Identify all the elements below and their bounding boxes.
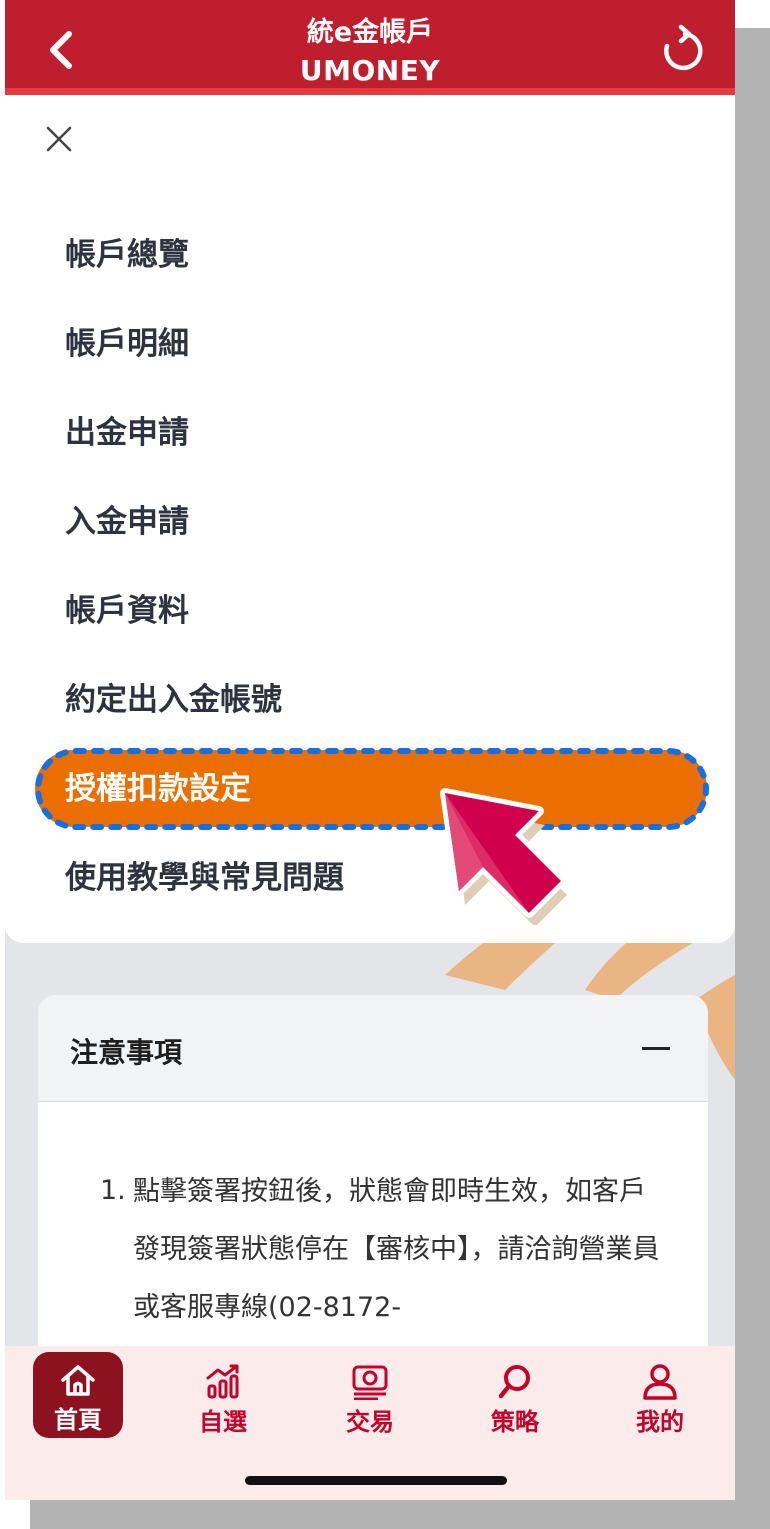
pointer-arrow-icon: [440, 788, 567, 925]
tab-profile[interactable]: 我的: [612, 1346, 708, 1436]
menu-item-withdrawal-request[interactable]: 出金申請: [65, 413, 189, 453]
menu-item-deposit-request[interactable]: 入金申請: [65, 502, 189, 542]
page-title: 統e金帳戶: [306, 17, 434, 48]
tab-strategy-label: 策略: [491, 1408, 539, 1436]
menu-item-account-details[interactable]: 帳戶明細: [65, 324, 189, 364]
bottom-tab-bar: 首頁 自選 交易 策略 我的: [5, 1346, 735, 1500]
notes-item-text: 點擊簽署按鈕後，狀態會即時生效，如客戶發現簽署狀態停在【審核中】，請洽詢營業員或…: [133, 1176, 660, 1323]
tab-trade[interactable]: 交易: [322, 1346, 418, 1436]
refresh-icon[interactable]: [655, 24, 707, 76]
phone-screen: 統e金帳戶 UMONEY 注意事項 1. 點擊簽署按鈕後，狀態會即時生效，如客戶…: [5, 0, 735, 1500]
menu-item-account-overview[interactable]: 帳戶總覽: [65, 235, 189, 275]
page-subtitle: UMONEY: [299, 54, 441, 87]
collapse-icon[interactable]: [642, 1047, 670, 1050]
tab-watchlist[interactable]: 自選: [175, 1346, 271, 1436]
tab-trade-label: 交易: [346, 1408, 394, 1436]
menu-item-designated-accounts[interactable]: 約定出入金帳號: [65, 680, 282, 720]
side-drawer-menu: 帳戶總覽 帳戶明細 出金申請 入金申請 帳戶資料 約定出入金帳號 授權扣款設定 …: [5, 95, 735, 943]
tab-profile-label: 我的: [636, 1408, 684, 1436]
notes-header[interactable]: 注意事項: [38, 995, 708, 1102]
search-icon: [498, 1365, 530, 1399]
menu-item-tutorial-faq[interactable]: 使用教學與常見問題: [65, 858, 344, 898]
menu-item-account-info[interactable]: 帳戶資料: [65, 591, 189, 631]
chart-icon: [206, 1364, 239, 1399]
notes-card: 注意事項 1. 點擊簽署按鈕後，狀態會即時生效，如客戶發現簽署狀態停在【審核中】…: [38, 995, 708, 1395]
user-icon: [643, 1364, 677, 1400]
notes-title: 注意事項: [70, 1036, 183, 1069]
app-header: 統e金帳戶 UMONEY: [5, 0, 735, 95]
tab-watchlist-label: 自選: [199, 1408, 247, 1436]
menu-item-debit-authorization[interactable]: 授權扣款設定: [65, 769, 251, 809]
trade-icon: [352, 1365, 388, 1400]
tab-strategy[interactable]: 策略: [467, 1346, 563, 1436]
notes-item-number: 1.: [100, 1175, 126, 1206]
home-icon: [61, 1365, 95, 1396]
tab-home[interactable]: 首頁: [33, 1352, 123, 1438]
home-indicator: [245, 1476, 507, 1485]
tab-home-label: 首頁: [54, 1406, 102, 1434]
